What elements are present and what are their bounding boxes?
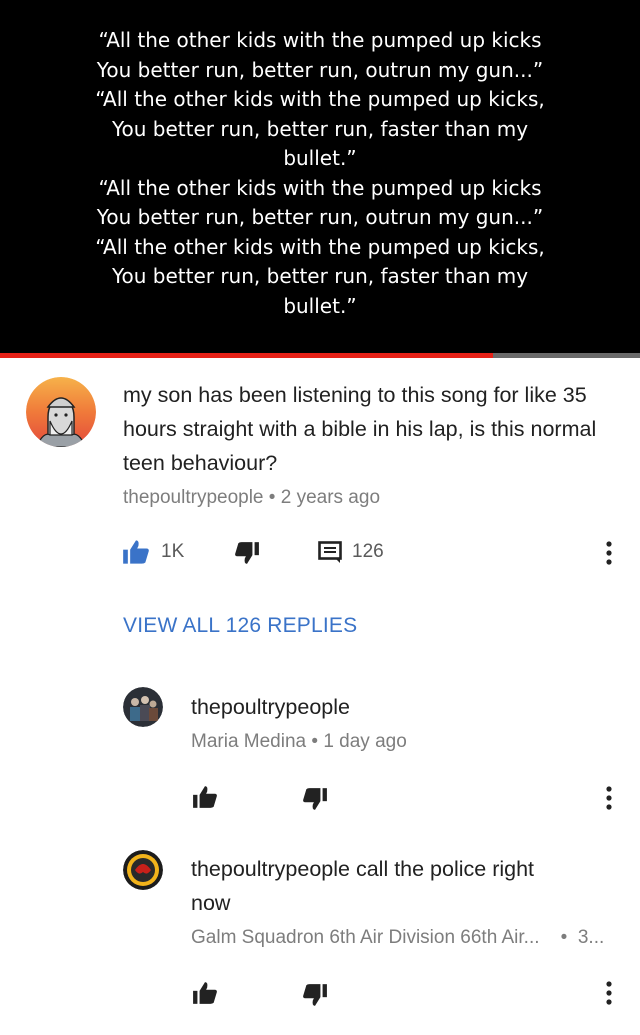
reply-avatar[interactable]	[123, 850, 163, 890]
lyrics-line: You better run, better run, outrun my gu…	[96, 205, 544, 229]
lyrics-line: bullet.”	[283, 146, 357, 170]
thumbs-up-icon	[193, 786, 217, 808]
reply-like-button[interactable]	[191, 784, 219, 815]
like-button[interactable]	[121, 538, 151, 571]
lyrics-line: “All the other kids with the pumped up k…	[98, 175, 542, 200]
thumbs-up-icon	[123, 540, 149, 564]
like-count: 1K	[161, 541, 185, 562]
meta-separator: •	[268, 487, 281, 508]
more-vert-icon	[606, 981, 612, 1005]
reply-author[interactable]: Maria Medina	[191, 731, 306, 752]
reply-like-button[interactable]	[191, 980, 219, 1011]
view-replies-link[interactable]: VIEW ALL 126 REPLIES	[123, 614, 357, 638]
reply-dislike-button[interactable]	[301, 786, 329, 817]
reply-author[interactable]: Galm Squadron 6th Air Division 66th Air.…	[191, 927, 540, 948]
reply-count: 126	[352, 541, 384, 562]
thumbs-down-icon	[235, 542, 259, 564]
more-options-button[interactable]	[604, 540, 614, 571]
lyrics-line: You better run, better run, outrun my gu…	[96, 57, 544, 82]
reply-more-options-button[interactable]	[604, 785, 614, 816]
video-player[interactable]: “All the other kids with the pumped up k…	[0, 0, 640, 356]
reply-button[interactable]	[317, 540, 343, 569]
lyrics-caption: “All the other kids with the pumped up k…	[0, 26, 640, 321]
lyrics-line: “All the other kids with the pumped up k…	[95, 234, 545, 259]
avatar-bearded-man-icon	[26, 377, 96, 447]
comment-time: 2 years ago	[280, 487, 381, 508]
comment-text: my son has been listening to this song f…	[123, 383, 597, 475]
comment-author[interactable]: thepoultrypeople	[123, 487, 264, 508]
comment-meta: thepoultrypeople • 2 years ago	[123, 487, 380, 509]
avatar-band-photo-icon	[123, 687, 163, 727]
video-progress-bar[interactable]	[0, 353, 640, 358]
reply-text: thepoultrypeople call the police right n…	[191, 852, 534, 920]
reply-meta: Galm Squadron 6th Air Division 66th Air.…	[191, 927, 604, 949]
more-vert-icon	[606, 786, 612, 810]
video-progress-fill	[0, 353, 493, 358]
meta-separator: •	[544, 927, 573, 948]
comment-icon	[318, 541, 342, 563]
reply-text-line: thepoultrypeople call the police right	[191, 857, 535, 881]
lyrics-line: bullet.”	[283, 293, 357, 318]
reply-dislike-button[interactable]	[301, 982, 329, 1013]
reply-meta: Maria Medina • 1 day ago	[191, 731, 407, 753]
thumbs-down-icon	[303, 788, 327, 810]
lyrics-line: You better run, better run, faster than …	[111, 116, 529, 141]
reply-time: 3...	[577, 927, 605, 948]
reply-text-line: now	[191, 891, 231, 915]
lyrics-line: You better run, better run, faster than …	[111, 264, 529, 288]
lyrics-line: “All the other kids with the pumped up k…	[95, 87, 545, 111]
reply-more-options-button[interactable]	[604, 980, 614, 1011]
reply-text: thepoultrypeople	[191, 695, 350, 719]
dislike-button[interactable]	[233, 540, 261, 571]
reply-time: 1 day ago	[323, 731, 407, 752]
reply-avatar[interactable]	[123, 687, 163, 727]
avatar-squadron-emblem-icon	[123, 850, 163, 890]
thumbs-up-icon	[193, 982, 217, 1004]
thumbs-down-icon	[303, 984, 327, 1006]
avatar[interactable]	[26, 377, 96, 447]
meta-separator: •	[311, 731, 324, 752]
more-vert-icon	[606, 541, 612, 565]
lyrics-line: “All the other kids with the pumped up k…	[98, 28, 542, 52]
